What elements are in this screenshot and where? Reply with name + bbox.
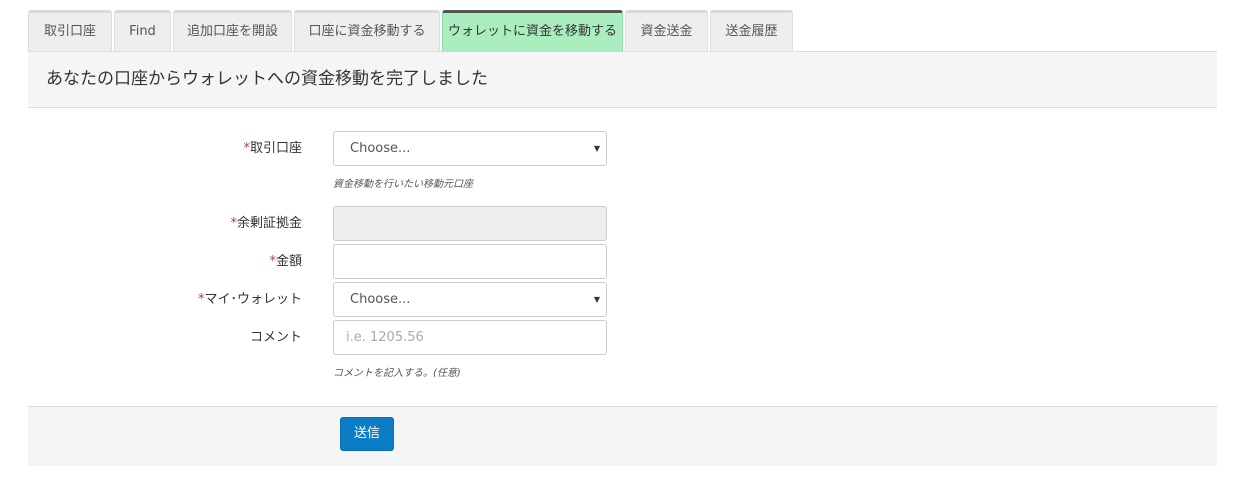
account-select-value: Choose... (350, 141, 411, 156)
wallet-label: *マイ･ウォレット (198, 282, 302, 318)
form-row-account: *取引口座 Choose... ▼ (28, 131, 628, 167)
tab-trading-accounts[interactable]: 取引口座 (28, 10, 112, 51)
comment-label: コメント (249, 330, 302, 345)
submit-button[interactable]: 送信 (340, 417, 394, 451)
comment-help-text: コメントを記入する。(任意) (333, 368, 461, 379)
tab-send-funds[interactable]: 資金送金 (625, 10, 708, 51)
amount-input[interactable] (333, 244, 607, 279)
tab-open-additional-account[interactable]: 追加口座を開設 (173, 10, 292, 51)
amount-label-text: 金額 (275, 254, 302, 269)
form-row-amount: *金額 (28, 244, 628, 280)
panel-heading: あなたの口座からウォレットへの資金移動を完了しました (28, 52, 1217, 108)
comment-input[interactable] (333, 320, 607, 355)
margin-label: *余剰証拠金 (230, 206, 302, 242)
account-label-text: 取引口座 (249, 141, 302, 156)
margin-field (333, 206, 607, 241)
wallet-select[interactable]: Choose... ▼ (333, 282, 607, 317)
form-row-comment: コメント (28, 320, 628, 356)
account-help-text: 資金移動を行いたい移動元口座 (333, 179, 473, 190)
margin-label-text: 余剰証拠金 (236, 216, 302, 231)
wallet-label-text: マイ･ウォレット (204, 292, 302, 307)
form-row-margin: *余剰証拠金 (28, 206, 628, 242)
form-footer: 送信 (28, 406, 1217, 466)
caret-down-icon: ▼ (593, 295, 600, 304)
tab-transfer-to-wallet[interactable]: ウォレットに資金を移動する (442, 10, 623, 52)
account-select[interactable]: Choose... ▼ (333, 131, 607, 166)
tab-bar: 取引口座 Find 追加口座を開設 口座に資金移動する ウォレットに資金を移動す… (28, 10, 1217, 52)
tab-transfer-to-account[interactable]: 口座に資金移動する (294, 10, 440, 51)
page: 取引口座 Find 追加口座を開設 口座に資金移動する ウォレットに資金を移動す… (0, 0, 1247, 494)
amount-label: *金額 (269, 244, 302, 280)
tab-find[interactable]: Find (114, 10, 171, 51)
caret-down-icon: ▼ (593, 144, 600, 153)
account-label: *取引口座 (243, 131, 302, 167)
form-row-wallet: *マイ･ウォレット Choose... ▼ (28, 282, 628, 318)
tab-transfer-history[interactable]: 送金履歴 (710, 10, 793, 51)
wallet-select-value: Choose... (350, 292, 411, 307)
